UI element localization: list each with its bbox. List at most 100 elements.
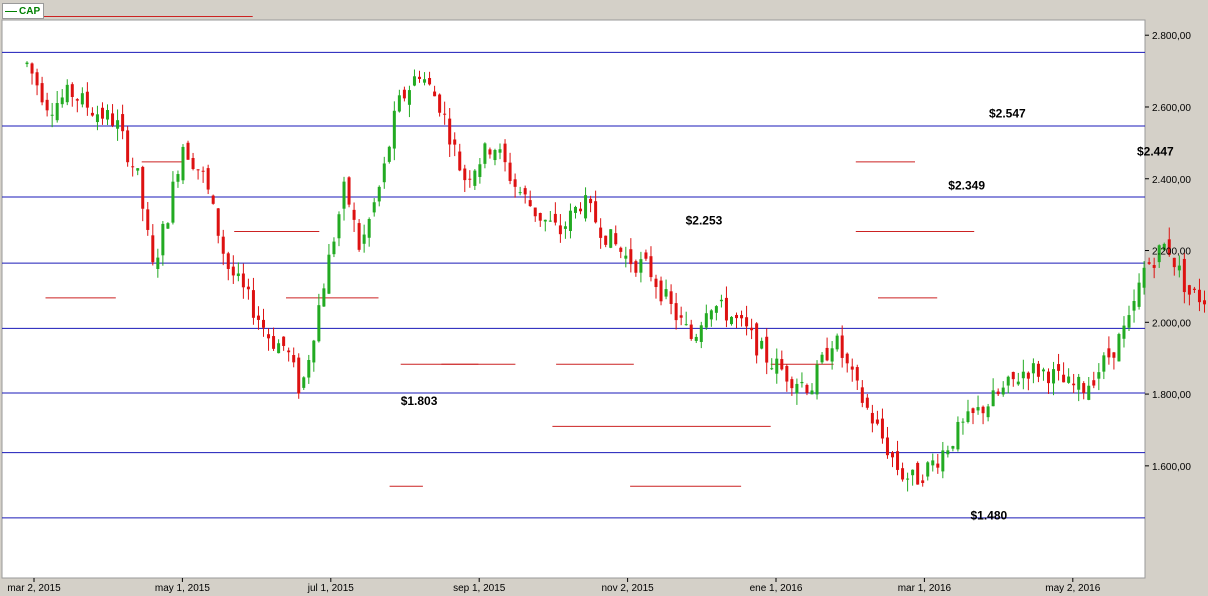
candle-body <box>282 336 286 346</box>
candle-body <box>256 315 260 320</box>
candle-body <box>1087 385 1091 400</box>
candle-body <box>473 170 477 186</box>
y-tick-label: 2.400,00 <box>1152 175 1191 186</box>
candle-body <box>684 324 688 326</box>
price-annotation: $1.803 <box>401 394 438 408</box>
candle-body <box>131 166 135 168</box>
candle-body <box>1021 371 1025 379</box>
candle-body <box>166 223 170 229</box>
candle-body <box>563 226 567 229</box>
price-annotation: $2.447 <box>1137 144 1174 158</box>
candle-body <box>317 305 321 342</box>
candle-body <box>1057 364 1061 371</box>
candle-body <box>1187 285 1191 295</box>
candle-body <box>216 208 220 236</box>
candle-body <box>55 103 59 121</box>
candle-body <box>1137 282 1141 307</box>
candle-body <box>599 227 603 238</box>
candle-body <box>90 112 94 116</box>
x-tick-label: jul 1, 2015 <box>307 583 355 594</box>
y-tick-label: 1.800,00 <box>1152 390 1191 401</box>
candle-body <box>352 209 356 220</box>
candle-body <box>503 143 507 163</box>
candle-body <box>694 336 698 341</box>
candle-body <box>302 377 306 388</box>
candle-body <box>639 259 643 273</box>
candle-body <box>649 256 653 278</box>
candle-body <box>896 451 900 470</box>
candle-body <box>830 348 834 362</box>
candle-body <box>382 163 386 183</box>
candle-body <box>800 381 804 384</box>
candle-body <box>458 151 462 171</box>
candle-body <box>1082 383 1086 393</box>
x-tick-label: may 1, 2015 <box>155 583 210 594</box>
candle-body <box>956 421 960 450</box>
candle-body <box>981 406 985 414</box>
candle-body <box>921 480 925 483</box>
candle-body <box>654 278 658 288</box>
candle-body <box>1152 265 1156 268</box>
candle-body <box>402 89 406 99</box>
candle-body <box>146 209 150 230</box>
candle-body <box>614 233 618 245</box>
candle-body <box>765 336 769 363</box>
candle-body <box>287 350 291 353</box>
candle-body <box>191 158 195 169</box>
candle-body <box>634 261 638 273</box>
candle-body <box>805 384 809 393</box>
candle-body <box>121 114 125 132</box>
candle-body <box>750 327 754 331</box>
candle-body <box>689 324 693 339</box>
candle-body <box>579 208 583 212</box>
candle-body <box>111 113 115 126</box>
candle-body <box>463 168 467 181</box>
candle-body <box>201 170 205 172</box>
candle-body <box>246 286 250 290</box>
candle-body <box>704 313 708 328</box>
candle-body <box>810 390 814 395</box>
price-annotation: $1.480 <box>971 509 1008 523</box>
candle-body <box>85 91 89 108</box>
legend[interactable]: CAP <box>2 3 45 19</box>
candle-body <box>35 72 39 86</box>
candle-body <box>262 319 266 328</box>
candle-body <box>674 303 678 321</box>
candle-body <box>171 181 175 223</box>
candle-body <box>659 280 663 302</box>
candle-body <box>292 355 296 363</box>
candle-body <box>714 306 718 313</box>
candle-body <box>397 95 401 112</box>
candle-body <box>724 297 728 321</box>
candle-body <box>1062 374 1066 383</box>
candle-body <box>45 99 49 111</box>
candle-body <box>438 94 442 113</box>
candle-body <box>392 110 396 149</box>
candle-body <box>1132 300 1136 311</box>
candle-body <box>523 188 527 195</box>
candle-body <box>1016 381 1020 385</box>
candle-body <box>267 334 271 339</box>
candle-body <box>332 241 336 255</box>
candle-body <box>342 181 346 209</box>
candle-body <box>236 273 240 277</box>
candle-body <box>1011 371 1015 380</box>
candle-body <box>719 299 723 302</box>
candle-body <box>946 450 950 455</box>
candle-body <box>231 266 235 276</box>
candle-body <box>664 289 668 297</box>
candle-body <box>1142 267 1146 288</box>
candle-body <box>40 83 44 103</box>
candle-body <box>1097 372 1101 379</box>
candle-body <box>483 143 487 164</box>
candle-body <box>50 114 54 116</box>
candle-body <box>322 288 326 307</box>
candle-body <box>855 367 859 381</box>
candle-body <box>1202 300 1206 305</box>
candle-body <box>513 179 517 187</box>
candle-body <box>916 462 920 485</box>
candle-body <box>880 418 884 439</box>
legend-label: CAP <box>19 5 41 17</box>
candle-body <box>226 253 230 269</box>
candle-body <box>423 79 427 83</box>
